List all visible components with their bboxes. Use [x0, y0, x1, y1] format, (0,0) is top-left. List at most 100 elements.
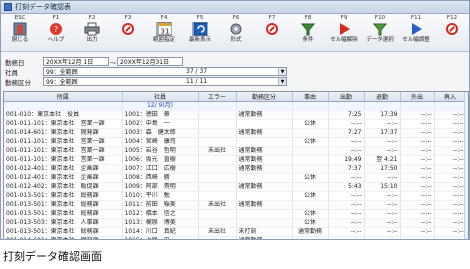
- table-cell: 17:50: [364, 164, 401, 174]
- table-row[interactable]: 001-013-501：東京本社 総務課 1014：川口 真紀 未出社 未打刻 通常勤務…: [4, 227, 467, 237]
- column-header[interactable]: 勤務区分: [236, 92, 293, 102]
- table-cell: 001-013-501：東京本社 総務課: [4, 191, 123, 201]
- app-icon: [4, 3, 12, 11]
- toolbar-button-f11[interactable]: F11 セル幅調整: [399, 15, 433, 51]
- table-cell: --:--: [434, 200, 467, 210]
- column-header[interactable]: 出勤: [328, 92, 365, 102]
- date-to-field[interactable]: 20XX年12月31日: [117, 57, 183, 66]
- date-from-field[interactable]: 20XX年12月 1日: [43, 57, 109, 66]
- table-cell: 通常勤務: [236, 146, 293, 156]
- table-cell: [198, 209, 237, 219]
- column-header[interactable]: エラー: [198, 92, 237, 102]
- table-row[interactable]: 001-011-101：東京本社 営業一課 1005：岩谷 哲明 未出社 通常勤務 --…: [4, 146, 467, 156]
- table-cell: --:--: [364, 200, 401, 210]
- table-cell: --:--: [328, 119, 365, 129]
- work-type-select[interactable]: 99：全範囲 11 / 11 ▼: [43, 77, 287, 86]
- table-cell: [292, 110, 329, 120]
- toolbar-button-f4[interactable]: F4 31 範囲指定: [147, 15, 181, 51]
- employee-row: 社員 99：全範囲 37 / 37 ▼: [5, 67, 287, 77]
- function-key-label: F12: [446, 15, 458, 21]
- table-cell: --:--: [434, 128, 467, 138]
- table-cell: 7:27: [328, 128, 365, 138]
- column-header[interactable]: 再入: [434, 92, 467, 102]
- column-header[interactable]: 社員: [122, 92, 199, 102]
- table-cell: 公休: [292, 119, 329, 129]
- title-bar: 打刻データ確認表: [1, 1, 469, 14]
- table-row[interactable]: 001-014-601：東京本社 開発課1015：上原 忠通常勤務--:----…: [4, 236, 467, 239]
- toolbar-button-label: セル幅調整: [402, 37, 430, 43]
- toolbar-button-f2[interactable]: F2 出力: [75, 15, 109, 51]
- employee-select[interactable]: 99：全範囲 37 / 37 ▼: [43, 67, 287, 76]
- toolbar-button-f9[interactable]: F9 セル幅解除: [327, 15, 361, 51]
- table-cell: 1007：江口 広樹: [122, 164, 199, 174]
- table-cell: [236, 191, 293, 201]
- column-header[interactable]: 退勤: [364, 92, 401, 102]
- table-cell: --:--: [328, 137, 365, 147]
- toolbar-button-f12[interactable]: F12: [435, 15, 469, 51]
- play-red-icon: [336, 22, 352, 36]
- table-cell: --:--: [364, 191, 401, 201]
- work-type-label: 勤務区分: [5, 78, 31, 87]
- column-header[interactable]: 外出: [400, 92, 435, 102]
- table-cell: 1008：西崎 勝: [122, 173, 199, 183]
- table-cell: 通常勤務: [236, 236, 293, 239]
- table-row[interactable]: 001-013-501：東京本社 総務課 1010：平川 勉公休 --:-- --:-…: [4, 191, 467, 201]
- vertical-scrollbar[interactable]: [464, 92, 468, 239]
- table-cell: 15:10: [364, 182, 401, 192]
- function-key-label: F1: [52, 15, 60, 21]
- table-row[interactable]: 001-013-503：東京本社 人事課 1013：梶原 博美 公休 --:-- --:…: [4, 218, 467, 228]
- toolbar-button-f7[interactable]: F7: [255, 15, 289, 51]
- table-cell: [236, 218, 293, 228]
- table-cell: 通常勤務: [236, 164, 293, 174]
- table-cell: --:--: [328, 236, 365, 239]
- table-cell: 通常勤務: [236, 155, 293, 165]
- table-cell: [198, 119, 237, 129]
- column-header[interactable]: 所属: [4, 92, 123, 102]
- date-group-spacer: [328, 101, 365, 111]
- table-cell: [198, 164, 237, 174]
- toolbar-button-f3[interactable]: F3: [111, 15, 145, 51]
- table-cell: 001-011-101：東京本社 営業一課: [4, 137, 123, 147]
- table-row[interactable]: 001-014-601：東京本社 開発課 1003：森 健太郎 通常勤務 7:27 17…: [4, 128, 467, 138]
- table-cell: 通常勤務: [236, 182, 293, 192]
- toolbar-button-f10[interactable]: F10 データ選択: [363, 15, 397, 51]
- date-group-spacer: [198, 101, 237, 111]
- toolbar-button-f1[interactable]: F1? ヘルプ: [39, 15, 73, 51]
- column-header[interactable]: 事由: [292, 92, 329, 102]
- table-cell: 1003：森 健太郎: [122, 128, 199, 138]
- table-cell: 001-012-401：東京本社 企画課: [4, 164, 123, 174]
- table-cell: --:--: [434, 209, 467, 219]
- date-group-spacer: [236, 101, 293, 111]
- toolbar-button-esc[interactable]: ESC 閉じる: [3, 15, 37, 51]
- table-row[interactable]: 001-012-401：東京本社 企画課 1007：江口 広樹 通常勤務 7:37 17…: [4, 164, 467, 174]
- table-cell: 未出社: [198, 200, 237, 210]
- table-row[interactable]: 001-012-402：東京本社 販促課 1009：阿部 貴明 通常勤務 5:43 15…: [4, 182, 467, 192]
- table-cell: --:--: [328, 200, 365, 210]
- help-icon: ?: [48, 22, 64, 36]
- date-range-row: 勤務日 20XX年12月 1日 ～ 20XX年12月31日: [5, 57, 183, 67]
- table-cell: 001-012-402：東京本社 販促課: [4, 182, 123, 192]
- toolbar-button-f8[interactable]: F8 条件: [291, 15, 325, 51]
- toolbar-button-label: 閉じる: [11, 37, 29, 43]
- table-row[interactable]: 001-010：東京本社 役員 1001：徳田 章通常勤務 7:25 17:39 --:…: [4, 110, 467, 120]
- table-cell: [198, 236, 237, 239]
- date-group-spacer: [434, 101, 467, 111]
- table-cell: [292, 200, 329, 210]
- table-row[interactable]: 001-011-101：東京本社 営業一課 1004：宮崎 康司 公休 --:-- --…: [4, 137, 467, 147]
- table-cell: 通常勤務: [236, 128, 293, 138]
- disabled-icon: [120, 22, 136, 36]
- table-cell: 公休: [292, 191, 329, 201]
- table-cell: [198, 110, 237, 120]
- table-cell: --:--: [434, 164, 467, 174]
- toolbar-button-label: データ選択: [366, 37, 394, 43]
- toolbar-button-f6[interactable]: F6 形式: [219, 15, 253, 51]
- table-cell: --:--: [364, 137, 401, 147]
- table-cell: [236, 119, 293, 129]
- table-cell: --:--: [328, 173, 365, 183]
- table-row[interactable]: 001-011-101：東京本社 営業一課 1006：坂元 直樹 通常勤務 19:49…: [4, 155, 467, 165]
- table-row[interactable]: 001-011-101：東京本社 営業一課 1002：中島 一公休 --:-- --:…: [4, 119, 467, 129]
- table-row[interactable]: 001-012-401：東京本社 企画課 1008：西崎 勝公休 --:-- --:-…: [4, 173, 467, 183]
- table-row[interactable]: 001-013-501：東京本社 総務課 1011：前田 稲美 未出社 通常勤務 --:…: [4, 200, 467, 210]
- toolbar-button-f5[interactable]: F5 最新表示: [183, 15, 217, 51]
- table-row[interactable]: 001-013-501：東京本社 総務課 1012：橋本 信之 公休 --:-- --:…: [4, 209, 467, 219]
